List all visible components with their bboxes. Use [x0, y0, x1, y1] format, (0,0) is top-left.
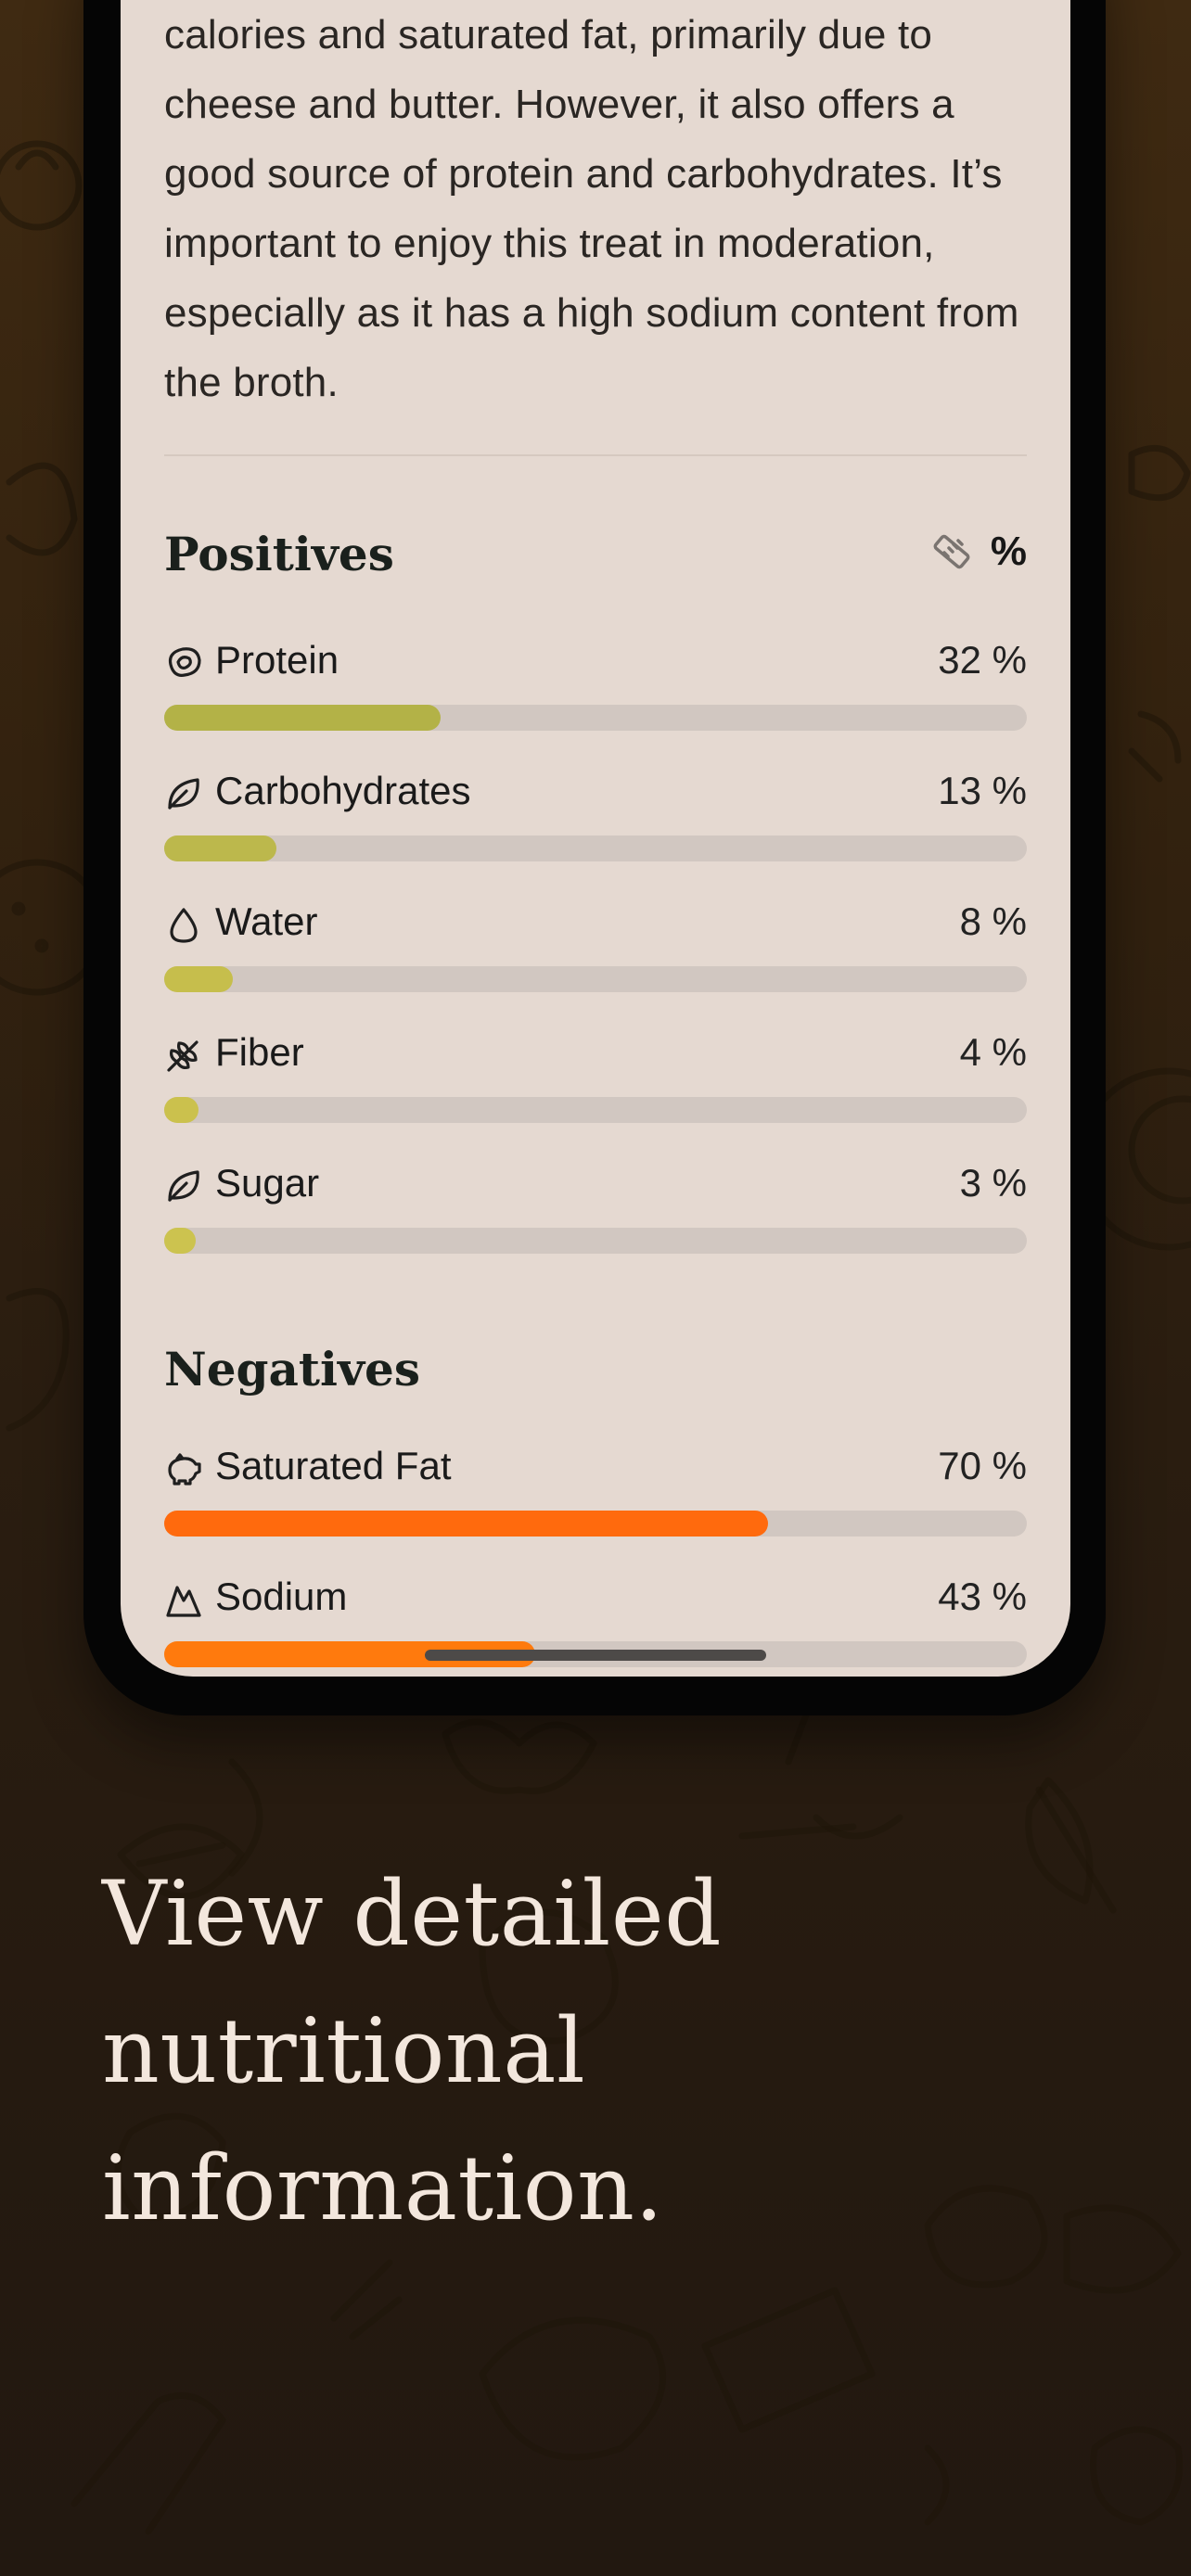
- salt-mound-icon: [166, 1586, 201, 1617]
- progress-fill: [164, 1228, 196, 1254]
- negatives-header: Negatives: [164, 1342, 1027, 1407]
- nutrient-row-saturated-fat: Saturated Fat 70 %: [164, 1444, 1027, 1580]
- progress-track: [164, 966, 1027, 992]
- nutrient-row-sugar: Sugar 3 %: [164, 1161, 1027, 1297]
- progress-track: [164, 835, 1027, 861]
- nutrient-row-sodium: Sodium 43 %: [164, 1575, 1027, 1677]
- nutrient-label: Sugar: [215, 1161, 320, 1205]
- unit-controls: %: [929, 529, 1027, 575]
- marketing-tagline: View detailed nutritional information.: [102, 1845, 1030, 2257]
- nutrient-value: 8 %: [959, 899, 1027, 943]
- wheat-icon: [167, 1040, 198, 1072]
- progress-fill: [164, 1511, 768, 1537]
- negatives-list: Saturated Fat 70 % Sodium 43 %: [164, 1444, 1027, 1677]
- nutrient-value: 13 %: [938, 769, 1027, 812]
- nutrient-row-protein: Protein 32 %: [164, 638, 1027, 774]
- positives-header: Positives %: [164, 527, 1027, 592]
- progress-track: [164, 705, 1027, 731]
- phone-screen: calories and saturated fat, primarily du…: [121, 0, 1070, 1677]
- nutrient-row-water: Water 8 %: [164, 899, 1027, 1036]
- tagline-line: nutritional: [102, 1999, 586, 2103]
- progress-track: [164, 1511, 1027, 1537]
- water-drop-icon: [170, 908, 198, 943]
- nutrient-value: 43 %: [938, 1575, 1027, 1618]
- home-indicator[interactable]: [425, 1650, 766, 1661]
- steak-icon: [168, 647, 201, 677]
- nutrient-row-carbohydrates: Carbohydrates 13 %: [164, 769, 1027, 905]
- positives-title: Positives: [164, 527, 394, 581]
- progress-fill: [164, 1097, 199, 1123]
- leaf-icon: [168, 1170, 199, 1202]
- nutrient-label: Protein: [215, 638, 339, 682]
- progress-track: [164, 1228, 1027, 1254]
- nutrient-label: Carbohydrates: [215, 769, 471, 812]
- nutrition-summary-text: calories and saturated fat, primarily du…: [164, 12, 1019, 405]
- nutrient-label: Saturated Fat: [215, 1444, 452, 1487]
- percent-toggle[interactable]: %: [991, 529, 1027, 575]
- nutrient-value: 70 %: [938, 1444, 1027, 1487]
- progress-fill: [164, 835, 276, 861]
- pig-icon: [168, 1453, 201, 1486]
- tagline-line: information.: [102, 2136, 664, 2240]
- nutrition-content: calories and saturated fat, primarily du…: [164, 0, 1027, 1677]
- nutrient-label: Sodium: [215, 1575, 348, 1618]
- tagline-line: View detailed: [102, 1862, 723, 1966]
- negatives-title: Negatives: [164, 1342, 420, 1396]
- nutrient-row-fiber: Fiber 4 %: [164, 1030, 1027, 1167]
- nutrient-value: 32 %: [938, 638, 1027, 682]
- nutrient-label: Water: [215, 899, 318, 943]
- progress-track: [164, 1097, 1027, 1123]
- ruler-icon[interactable]: [929, 529, 974, 574]
- leaf-icon: [168, 778, 199, 810]
- positives-list: Protein 32 % Carbohydrates 13 % Water 8 …: [164, 638, 1027, 1297]
- progress-fill: [164, 966, 234, 992]
- nutrient-label: Fiber: [215, 1030, 304, 1074]
- nutrient-value: 4 %: [959, 1030, 1027, 1074]
- nutrient-value: 3 %: [959, 1161, 1027, 1205]
- progress-fill: [164, 705, 441, 731]
